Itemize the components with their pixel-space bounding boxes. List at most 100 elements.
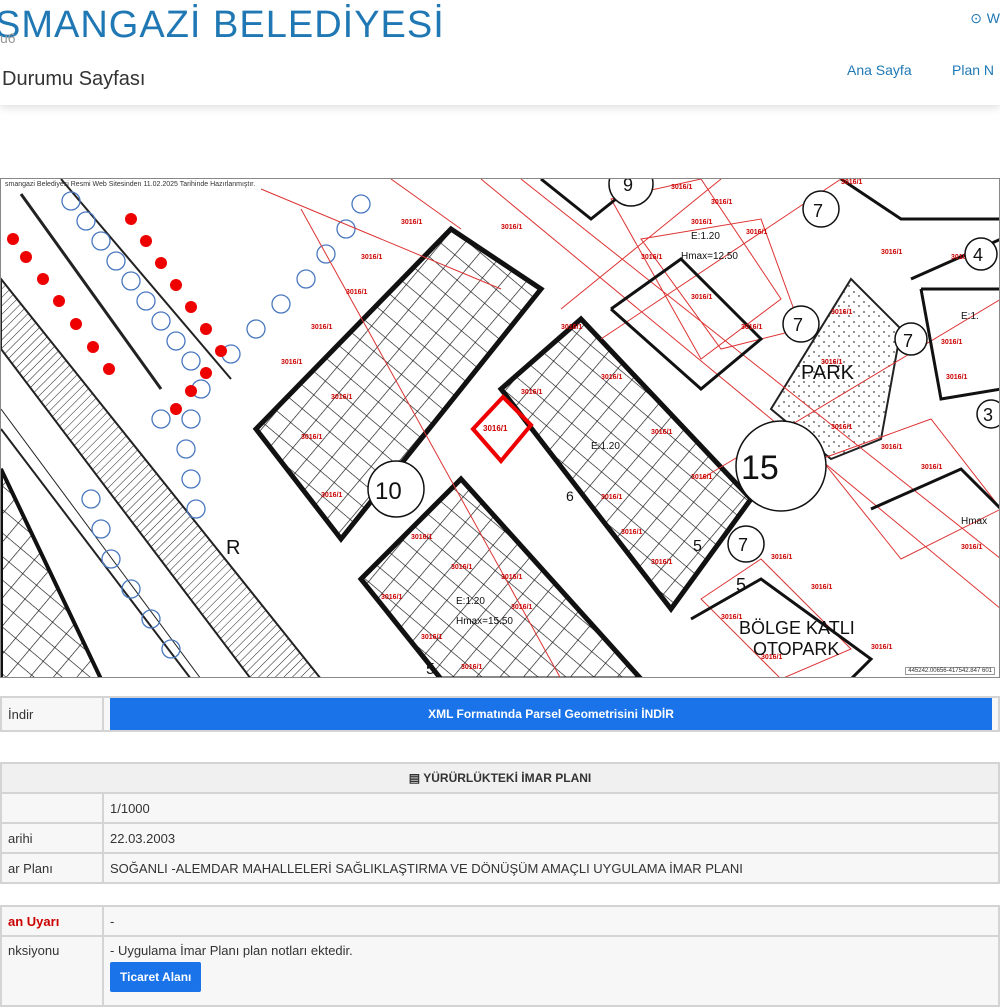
download-row: İndir XML Formatında Parsel Geometrisini… — [0, 696, 1000, 732]
svg-text:3016/1: 3016/1 — [831, 309, 853, 316]
map-label-5b: 5 — [693, 538, 702, 555]
row-value: SOĞANLI -ALEMDAR MAHALLELERİ SAĞLIKLAŞTI… — [102, 852, 1000, 884]
svg-text:3016/1: 3016/1 — [421, 634, 443, 641]
map-caption: smangazi Belediyesi Resmi Web Sitesinden… — [5, 181, 256, 188]
svg-text:3016/1: 3016/1 — [621, 529, 643, 536]
svg-text:3016/1: 3016/1 — [601, 374, 623, 381]
map-label-5c: 5 — [426, 661, 435, 678]
svg-text:3016/1: 3016/1 — [711, 199, 733, 206]
svg-text:3016/1: 3016/1 — [331, 394, 353, 401]
function-note: - Uygulama İmar Planı plan notları ekted… — [110, 943, 353, 958]
map-label-3: 3 — [983, 405, 993, 425]
map-label-6: 6 — [566, 488, 574, 504]
svg-text:3016/1: 3016/1 — [361, 254, 383, 261]
download-cell: XML Formatında Parsel Geometrisini İNDİR — [102, 696, 1000, 732]
map-label-4: 4 — [973, 245, 983, 265]
table-row: nksiyonu - Uygulama İmar Planı plan notl… — [0, 935, 1000, 1007]
svg-text:3016/1: 3016/1 — [651, 429, 673, 436]
svg-text:3016/1: 3016/1 — [671, 184, 693, 191]
map-label-r: R — [226, 537, 240, 559]
svg-text:3016/1: 3016/1 — [561, 324, 583, 331]
map-label-e1: E:1.20 — [691, 231, 720, 242]
download-xml-button[interactable]: XML Formatında Parsel Geometrisini İNDİR — [110, 698, 992, 730]
row-value: 1/1000 — [102, 792, 1000, 824]
globe-icon[interactable]: ⊙ — [970, 10, 982, 27]
svg-text:3016/1: 3016/1 — [311, 324, 333, 331]
map-label-otopark: OTOPARK — [753, 639, 839, 659]
svg-text:3016/1: 3016/1 — [741, 324, 763, 331]
svg-text:3016/1: 3016/1 — [961, 544, 983, 551]
svg-text:3016/1: 3016/1 — [281, 359, 303, 366]
svg-text:3016/1: 3016/1 — [841, 179, 863, 186]
svg-text:3016/1: 3016/1 — [921, 464, 943, 471]
svg-text:3016/1: 3016/1 — [881, 249, 903, 256]
map-label-e4: E:1. — [961, 311, 979, 322]
map-label-hmax-right: Hmax — [961, 516, 987, 527]
row-value: 22.03.2003 — [102, 822, 1000, 854]
map-label-hmax2: Hmax=15.50 — [456, 616, 513, 627]
function-label: nksiyonu — [0, 935, 104, 1007]
row-label — [0, 792, 104, 824]
document-icon: ▤ — [408, 771, 421, 785]
download-label: İndir — [0, 696, 104, 732]
svg-text:3016/1: 3016/1 — [641, 254, 663, 261]
map-label-9: 9 — [623, 179, 633, 195]
svg-text:3016/1: 3016/1 — [941, 339, 963, 346]
svg-text:3016/1: 3016/1 — [811, 584, 833, 591]
parcel-map-drawing: 3016/1 3016/1 3016/1 3016/1 3016/1 3016/1 30… — [1, 179, 999, 678]
svg-text:3016/1: 3016/1 — [346, 289, 368, 296]
table-row: 1/1000 — [0, 792, 1000, 824]
plan-section-title: ▤ YÜRÜRLÜKTEKİ İMAR PLANI — [0, 762, 1000, 794]
plan-header-row: ▤ YÜRÜRLÜKTEKİ İMAR PLANI — [0, 762, 1000, 794]
svg-text:3016/1: 3016/1 — [511, 604, 533, 611]
plan-table: ▤ YÜRÜRLÜKTEKİ İMAR PLANI 1/1000 arihi 2… — [0, 762, 1000, 884]
table-row: ar Planı SOĞANLI -ALEMDAR MAHALLELERİ SA… — [0, 852, 1000, 884]
svg-text:3016/1: 3016/1 — [321, 492, 343, 499]
svg-text:3016/1: 3016/1 — [871, 644, 893, 651]
page-subtitle: Durumu Sayfası — [2, 68, 146, 90]
nav-home-link[interactable]: Ana Sayfa — [847, 62, 912, 78]
parcel-map[interactable]: 3016/1 3016/1 3016/1 3016/1 3016/1 3016/1 30… — [0, 178, 1000, 678]
svg-text:3016/1: 3016/1 — [501, 574, 523, 581]
site-header: SMANGAZİ BELEDİYESİ u6 Durumu Sayfası An… — [0, 0, 1000, 105]
svg-text:3016/1: 3016/1 — [521, 389, 543, 396]
svg-text:3016/1: 3016/1 — [881, 444, 903, 451]
svg-text:3016/1: 3016/1 — [691, 219, 713, 226]
map-coordinates: 445242.00656-417542.847 601 — [905, 667, 995, 675]
selected-parcel-label: 3016/1 — [483, 424, 508, 433]
svg-text:3016/1: 3016/1 — [381, 594, 403, 601]
logo-overlay-text: u6 — [0, 30, 16, 46]
row-label: ar Planı — [0, 852, 104, 884]
map-label-park: PARK — [801, 362, 855, 384]
svg-text:3016/1: 3016/1 — [831, 424, 853, 431]
table-row: arihi 22.03.2003 — [0, 822, 1000, 854]
function-cell: - Uygulama İmar Planı plan notları ekted… — [102, 935, 1000, 1007]
svg-text:3016/1: 3016/1 — [746, 229, 768, 236]
nav-plan-link[interactable]: Plan N — [952, 62, 994, 78]
map-label-hmax: Hmax=12.50 — [681, 251, 738, 262]
map-label-7d: 7 — [738, 535, 748, 555]
map-label-7b: 7 — [793, 315, 803, 335]
warning-label: an Uyarı — [0, 905, 104, 937]
top-link-label[interactable]: W — [987, 10, 1000, 26]
plan-section-title-text: YÜRÜRLÜKTEKİ İMAR PLANI — [423, 771, 592, 785]
svg-text:3016/1: 3016/1 — [461, 664, 483, 671]
warning-value: - — [102, 905, 1000, 937]
map-label-bolge: BÖLGE KATLI — [739, 618, 855, 638]
svg-text:3016/1: 3016/1 — [651, 559, 673, 566]
svg-text:3016/1: 3016/1 — [691, 294, 713, 301]
svg-text:3016/1: 3016/1 — [501, 224, 523, 231]
map-label-e3: E:1.20 — [456, 596, 485, 607]
ticaret-alani-button[interactable]: Ticaret Alanı — [110, 962, 202, 992]
map-label-5a: 5 — [736, 575, 746, 595]
svg-text:3016/1: 3016/1 — [601, 494, 623, 501]
svg-text:3016/1: 3016/1 — [946, 374, 968, 381]
download-table: İndir XML Formatında Parsel Geometrisini… — [0, 696, 1000, 732]
svg-text:3016/1: 3016/1 — [451, 564, 473, 571]
map-label-7c: 7 — [903, 331, 913, 351]
site-logo-title[interactable]: SMANGAZİ BELEDİYESİ — [0, 4, 445, 47]
svg-text:3016/1: 3016/1 — [411, 534, 433, 541]
svg-text:3016/1: 3016/1 — [401, 219, 423, 226]
svg-text:3016/1: 3016/1 — [691, 474, 713, 481]
plan-details-table: an Uyarı - nksiyonu - Uygulama İmar Plan… — [0, 905, 1000, 1007]
